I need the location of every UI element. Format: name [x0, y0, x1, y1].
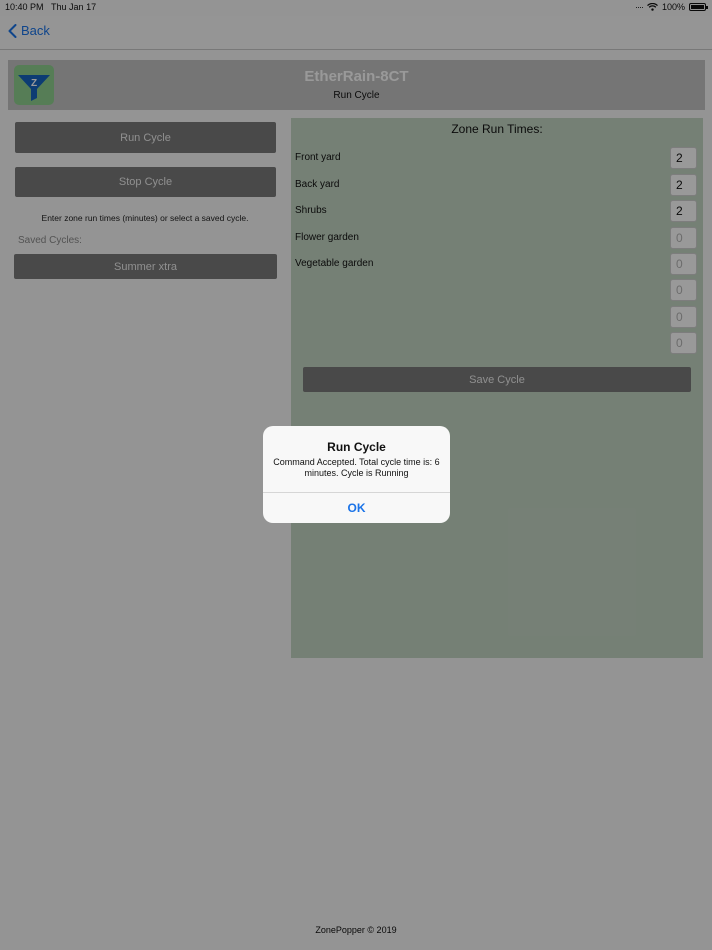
alert-message: Command Accepted. Total cycle time is: 6… [273, 457, 440, 478]
alert-ok-button[interactable]: OK [263, 493, 450, 523]
alert-title: Run Cycle [327, 440, 386, 454]
alert-dialog: Run Cycle Command Accepted. Total cycle … [263, 426, 450, 523]
